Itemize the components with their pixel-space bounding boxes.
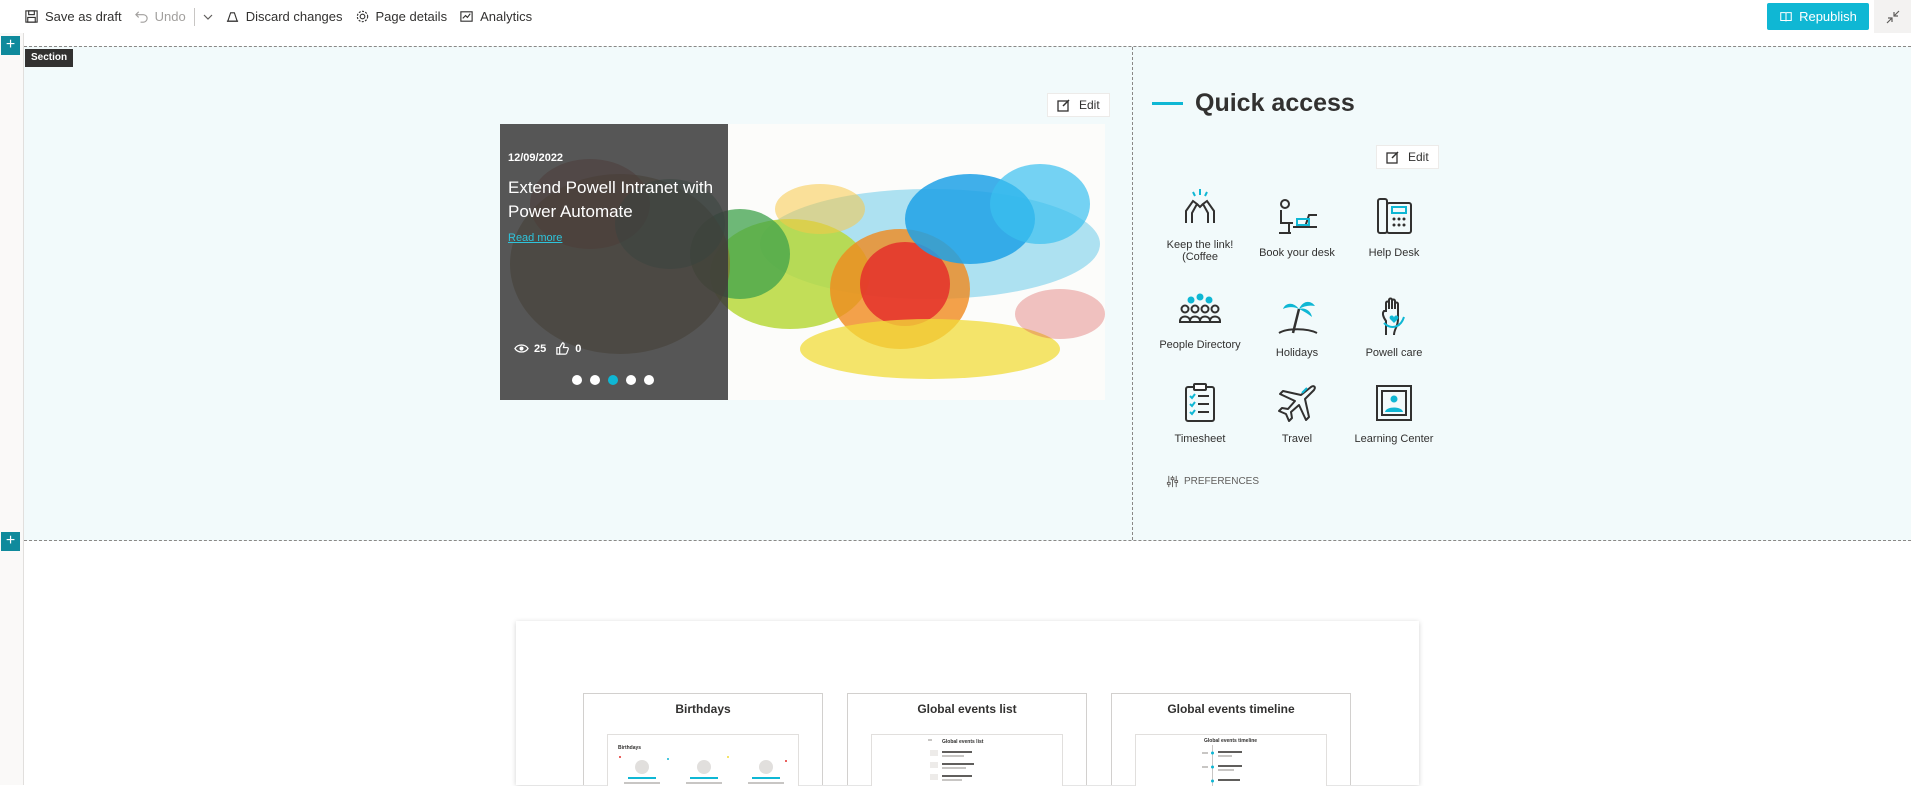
desk-icon: [1279, 199, 1317, 234]
template-card-title: Birthdays: [675, 702, 731, 716]
template-thumbnail: Global events timeline: [1135, 734, 1327, 786]
quick-access-title: Quick access: [1195, 89, 1355, 117]
news-title[interactable]: Extend Powell Intranet with Power Automa…: [508, 176, 720, 224]
left-rail: [0, 33, 24, 785]
save-draft-button[interactable]: Save as draft: [18, 0, 128, 33]
separator: [193, 7, 195, 26]
phone-icon: [1377, 198, 1412, 234]
discard-icon: [226, 12, 238, 22]
quick-link-label: Travel: [1281, 433, 1313, 445]
news-edit-button[interactable]: Edit: [1047, 93, 1110, 117]
carousel-dot[interactable]: [572, 375, 582, 385]
add-section-button-top[interactable]: +: [1, 36, 20, 55]
template-card-title: Global events timeline: [1167, 702, 1295, 716]
carousel-dot[interactable]: [608, 375, 618, 385]
discard-label: Discard changes: [245, 9, 343, 24]
quick-link-help-desk[interactable]: Help Desk: [1348, 195, 1440, 259]
template-card-global-events-list[interactable]: Global events list Global events list: [847, 693, 1087, 786]
thumbnail-preview: [1202, 745, 1242, 786]
likes-count: 0: [575, 342, 582, 355]
sliders-icon: [1166, 475, 1179, 488]
collapse-icon: [1886, 10, 1899, 23]
save-draft-label: Save as draft: [45, 9, 122, 24]
picture-icon: [1376, 385, 1412, 421]
template-thumbnail: Birthdays: [607, 734, 799, 786]
quick-link-label: Timesheet: [1174, 433, 1226, 445]
template-card-birthdays[interactable]: Birthdays Birthdays: [583, 693, 823, 786]
news-carousel[interactable]: 12/09/2022 Extend Powell Intranet with P…: [500, 124, 1105, 400]
thumbnail-preview: [619, 756, 787, 784]
carousel-dot[interactable]: [590, 375, 600, 385]
quick-link-people-directory[interactable]: People Directory: [1154, 287, 1246, 351]
book-icon: [1780, 11, 1792, 21]
template-card-global-events-timeline[interactable]: Global events timeline Global events tim…: [1111, 693, 1351, 786]
quick-link-travel[interactable]: Travel: [1251, 381, 1343, 445]
collapse-button[interactable]: [1874, 0, 1911, 33]
carousel-dots: [572, 375, 662, 385]
eye-icon: [514, 344, 529, 353]
preferences-button[interactable]: PREFERENCES: [1166, 475, 1259, 488]
quick-link-holidays[interactable]: Holidays: [1251, 295, 1343, 359]
edit-icon: [1386, 151, 1399, 164]
republish-label: Republish: [1799, 9, 1857, 24]
news-stats: 25 0: [514, 341, 581, 356]
undo-icon: [134, 11, 148, 23]
thumbnail-preview: [928, 739, 974, 781]
analytics-button[interactable]: Analytics: [453, 0, 538, 33]
news-date: 12/09/2022: [508, 152, 564, 164]
quick-link-learning-center[interactable]: Learning Center: [1348, 381, 1440, 445]
quick-link-book-your-desk[interactable]: Book your desk: [1251, 195, 1343, 259]
quick-link-label: Holidays: [1275, 347, 1319, 359]
airplane-icon: [1278, 385, 1316, 422]
people-icon: [1179, 293, 1221, 323]
quick-link-timesheet[interactable]: Timesheet: [1154, 381, 1246, 445]
column-divider: [1132, 47, 1133, 540]
news-edit-label: Edit: [1079, 98, 1100, 112]
checklist-icon: [1185, 383, 1215, 422]
republish-button[interactable]: Republish: [1767, 3, 1869, 30]
undo-label: Undo: [154, 9, 186, 24]
undo-dropdown-button[interactable]: [197, 0, 219, 33]
views-count: 25: [534, 342, 547, 355]
quick-link-label: Keep the link! (Coffee: [1166, 239, 1234, 263]
palm-tree-icon: [1278, 301, 1318, 334]
section-tag: Section: [25, 49, 74, 67]
quick-link-label: People Directory: [1159, 339, 1241, 351]
command-bar: Save as draft Undo Discard changes Page …: [0, 0, 1911, 33]
page-details-label: Page details: [375, 9, 448, 24]
news-overlay: 12/09/2022 Extend Powell Intranet with P…: [500, 124, 728, 400]
chevron-down-icon: [203, 14, 213, 20]
edit-icon: [1057, 99, 1070, 112]
high-five-icon: [1185, 189, 1215, 223]
analytics-label: Analytics: [480, 9, 533, 24]
gear-icon: [356, 10, 368, 23]
caring-hand-icon: [1381, 297, 1405, 336]
undo-button[interactable]: Undo: [128, 0, 192, 33]
analytics-icon: [460, 11, 473, 22]
quick-access-accent-bar: [1152, 102, 1183, 105]
quick-link-label: Learning Center: [1354, 433, 1434, 445]
quick-access-edit-label: Edit: [1408, 150, 1429, 164]
quick-link-label: Powell care: [1365, 347, 1423, 359]
quick-link-keep-the-link[interactable]: Keep the link! (Coffee: [1154, 187, 1246, 263]
quick-link-powell-care[interactable]: Powell care: [1348, 295, 1440, 359]
quick-link-label: Help Desk: [1368, 247, 1420, 259]
preferences-label: PREFERENCES: [1184, 476, 1260, 487]
template-thumbnail: Global events list: [871, 734, 1063, 786]
template-card-title: Global events list: [917, 702, 1017, 716]
read-more-link[interactable]: Read more: [508, 232, 562, 244]
quick-link-label: Book your desk: [1259, 247, 1335, 259]
carousel-dot[interactable]: [626, 375, 636, 385]
add-section-button-bottom[interactable]: +: [1, 532, 20, 551]
thumbs-up-icon[interactable]: [555, 341, 570, 356]
quick-access-edit-button[interactable]: Edit: [1376, 145, 1439, 169]
carousel-dot[interactable]: [644, 375, 654, 385]
save-icon: [25, 10, 38, 23]
discard-changes-button[interactable]: Discard changes: [219, 0, 349, 33]
page-details-button[interactable]: Page details: [349, 0, 454, 33]
